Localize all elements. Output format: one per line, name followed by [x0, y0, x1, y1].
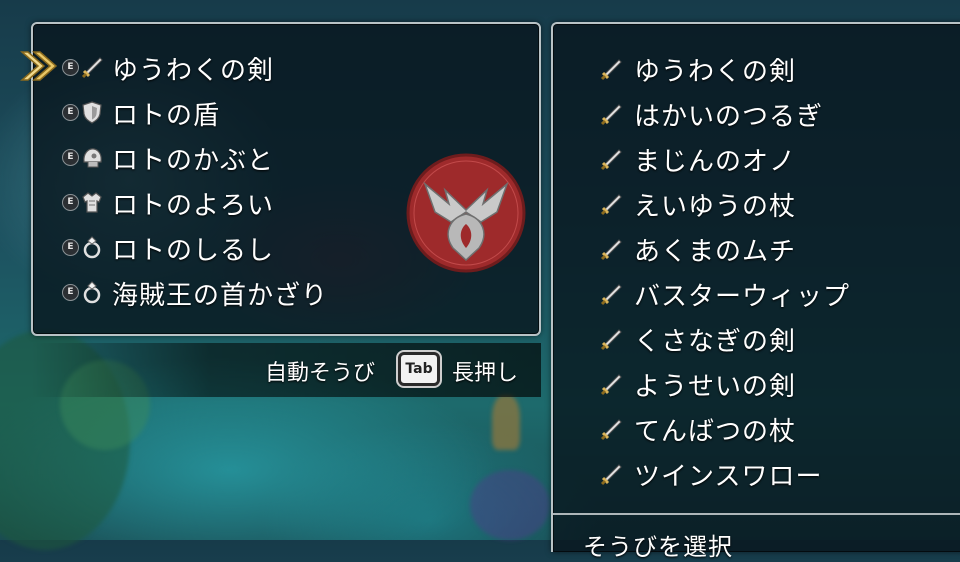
weapon-list-item[interactable]: ツインスワロー [598, 454, 918, 494]
weapon-list-item[interactable]: くさなぎの剣 [598, 319, 918, 359]
weapon-list-item[interactable]: あくまのムチ [598, 229, 918, 269]
weapon-list-item[interactable]: てんばつの杖 [598, 409, 918, 449]
equipped-item-row[interactable]: E ロトのしるし [62, 228, 362, 268]
weapon-list-panel: ゆうわくの剣 はかいのつるぎ まじんのオノ えいゆうの杖 あくまのムチバスターウィップく… [551, 22, 960, 561]
sword-icon [81, 57, 103, 79]
equipped-item-label: ロトのかぶと [112, 146, 275, 176]
tab-key-button[interactable]: Tab [398, 352, 440, 386]
weapon-item-label: ようせいの剣 [634, 372, 797, 402]
background-character [492, 395, 520, 450]
equipped-item-label: 海賊王の首かざり [112, 281, 329, 311]
equipped-item-label: ロトのよろい [112, 191, 275, 221]
weapon-item-label: くさなぎの剣 [634, 327, 797, 357]
equipped-item-row[interactable]: E 海賊王の首かざり [62, 273, 362, 313]
equipped-badge-icon: E [62, 59, 79, 76]
weapon-list-item[interactable]: まじんのオノ [598, 139, 918, 179]
weapon-list-item[interactable]: はかいのつるぎ [598, 94, 918, 134]
equipped-badge-icon: E [62, 194, 79, 211]
weapon-list-item[interactable]: ようせいの剣 [598, 364, 918, 404]
sword-icon [600, 59, 622, 81]
sword-icon [600, 194, 622, 216]
sword-icon [600, 284, 622, 306]
divider [553, 513, 960, 515]
weapon-item-label: あくまのムチ [634, 237, 797, 267]
equipped-badge-icon: E [62, 284, 79, 301]
weapon-list-item[interactable]: バスターウィップ [598, 274, 918, 314]
equipped-item-label: ロトのしるし [112, 236, 275, 266]
weapon-list-item[interactable]: ゆうわくの剣 [598, 49, 918, 89]
equipped-item-label: ゆうわくの剣 [112, 56, 275, 86]
weapon-item-label: はかいのつるぎ [634, 102, 824, 132]
auto-equip-label: 自動そうび [265, 361, 376, 386]
auto-equip-hint: 自動そうび Tab 長押し [31, 343, 541, 397]
weapon-item-label: えいゆうの杖 [634, 192, 797, 222]
armor-icon [82, 192, 102, 213]
weapon-item-label: バスターウィップ [634, 282, 851, 312]
weapon-item-label: ゆうわくの剣 [634, 57, 797, 87]
ring-icon [83, 281, 101, 304]
sword-icon [600, 419, 622, 441]
equipped-badge-icon: E [62, 104, 79, 121]
background-foliage [470, 470, 550, 540]
dragon-quest-crest-icon [406, 153, 526, 273]
sword-icon [600, 104, 622, 126]
weapon-item-label: てんばつの杖 [634, 417, 797, 447]
sword-icon [600, 149, 622, 171]
equipped-item-label: ロトの盾 [112, 101, 221, 131]
ring-icon [83, 236, 101, 259]
sword-icon [600, 329, 622, 351]
equipped-badge-icon: E [62, 239, 79, 256]
equipped-item-row[interactable]: E ゆうわくの剣 [62, 48, 362, 88]
sword-icon [600, 374, 622, 396]
equipped-badge-icon: E [62, 149, 79, 166]
selection-cursor-icon [20, 51, 58, 81]
weapon-item-label: まじんのオノ [634, 147, 797, 177]
helmet-icon [83, 148, 102, 168]
shield-icon [82, 101, 102, 124]
hold-label: 長押し [452, 361, 519, 386]
weapon-list-item[interactable]: えいゆうの杖 [598, 184, 918, 224]
equipped-item-row[interactable]: E ロトのよろい [62, 183, 362, 223]
sword-icon [600, 239, 622, 261]
select-equipment-label: そうびを選択 [583, 533, 733, 561]
sword-icon [600, 464, 622, 486]
equipped-item-row[interactable]: E ロトのかぶと [62, 138, 362, 178]
equipped-item-row[interactable]: E ロトの盾 [62, 93, 362, 133]
weapon-item-label: ツインスワロー [634, 462, 823, 492]
